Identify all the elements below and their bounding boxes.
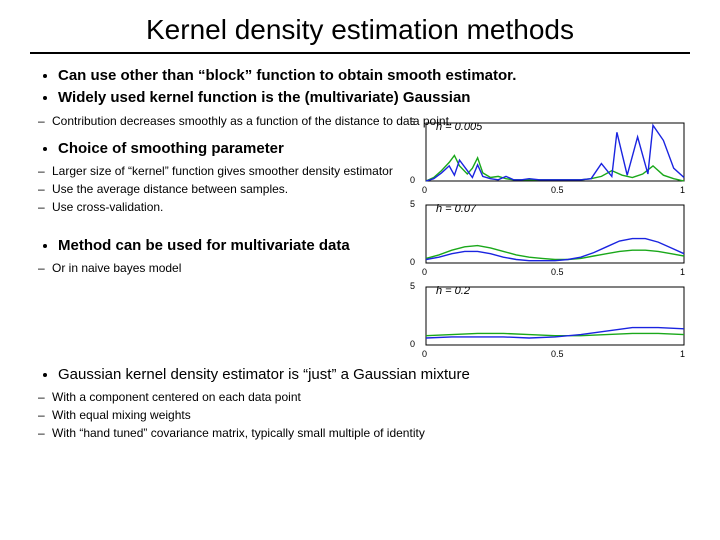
slide: Kernel density estimation methods Can us… bbox=[0, 0, 720, 540]
body-row: Choice of smoothing parameter Larger siz… bbox=[30, 139, 690, 365]
xtick-label: 0 bbox=[422, 349, 427, 359]
slide-title: Kernel density estimation methods bbox=[30, 14, 690, 46]
chart-h-label: h = 0.2 bbox=[436, 285, 470, 297]
chart-3: 0 5 0 0.5 1 h = 0.2 bbox=[412, 283, 690, 357]
ytick-label: 5 bbox=[410, 199, 415, 209]
xtick-label: 0.5 bbox=[551, 185, 564, 195]
title-rule bbox=[30, 52, 690, 54]
bullet-3-wrap: Choice of smoothing parameter bbox=[30, 139, 402, 159]
xtick-label: 0.5 bbox=[551, 349, 564, 359]
ytick-label: 5 bbox=[410, 117, 415, 127]
bullet-3-sub-2: Use the average distance between samples… bbox=[52, 181, 402, 197]
bullet-1: Can use other than “block” function to o… bbox=[58, 66, 690, 86]
ytick-label: 5 bbox=[410, 281, 415, 291]
series-estimate-green bbox=[426, 245, 684, 259]
bullet-4-sub: Or in naive bayes model bbox=[30, 260, 402, 276]
chart-h-label: h = 0.005 bbox=[436, 121, 482, 133]
bullet-5: Gaussian kernel density estimator is “ju… bbox=[58, 365, 690, 385]
ytick-label: 0 bbox=[410, 175, 415, 185]
body-left: Choice of smoothing parameter Larger siz… bbox=[30, 139, 402, 286]
xtick-label: 0 bbox=[422, 267, 427, 277]
bullet-4-wrap: Method can be used for multivariate data bbox=[30, 236, 402, 256]
xtick-label: 1 bbox=[680, 267, 685, 277]
ytick-label: 0 bbox=[410, 257, 415, 267]
bullet-3-sub-1: Larger size of “kernel” function gives s… bbox=[52, 163, 402, 179]
xtick-label: 0 bbox=[422, 185, 427, 195]
bullet-list: Can use other than “block” function to o… bbox=[30, 66, 690, 109]
bullet-5-sub: With a component centered on each data p… bbox=[30, 389, 690, 442]
bullet-2: Widely used kernel function is the (mult… bbox=[58, 88, 690, 108]
bullet-3-sub-3: Use cross-validation. bbox=[52, 199, 402, 215]
chart-h-label: h = 0.07 bbox=[436, 203, 476, 215]
chart-1: 0 5 0 0.5 1 h = 0.005 bbox=[412, 119, 690, 193]
chart-2: 0 5 0 0.5 1 h = 0.07 bbox=[412, 201, 690, 275]
bullet-5-sub-3: With “hand tuned” covariance matrix, typ… bbox=[52, 425, 690, 441]
bullet-3: Choice of smoothing parameter bbox=[58, 139, 402, 159]
xtick-label: 0.5 bbox=[551, 267, 564, 277]
bullet-4: Method can be used for multivariate data bbox=[58, 236, 402, 256]
series-estimate-green bbox=[426, 333, 684, 335]
xtick-label: 1 bbox=[680, 185, 685, 195]
bullet-5-sub-2: With equal mixing weights bbox=[52, 407, 690, 423]
chart-stack: 0500.51h = 0.005 0500.51h = 0.07 0500.51… bbox=[412, 119, 690, 365]
bullet-5-sub-1: With a component centered on each data p… bbox=[52, 389, 690, 405]
ytick-label: 0 bbox=[410, 339, 415, 349]
bullet-4-sub-1: Or in naive bayes model bbox=[52, 260, 402, 276]
bullet-5-wrap: Gaussian kernel density estimator is “ju… bbox=[30, 365, 690, 385]
bullet-3-sub: Larger size of “kernel” function gives s… bbox=[30, 163, 402, 216]
xtick-label: 1 bbox=[680, 349, 685, 359]
